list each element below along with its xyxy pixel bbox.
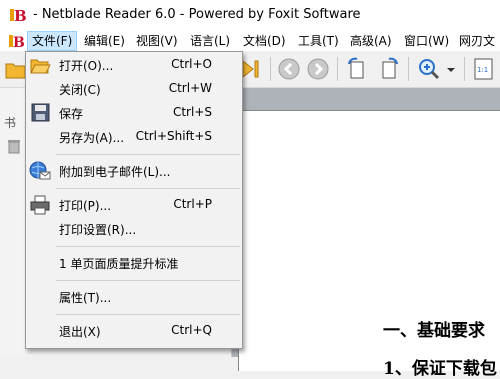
menu-separator <box>56 188 240 189</box>
svg-text:B: B <box>13 35 25 50</box>
zoom-dropdown-button[interactable] <box>444 56 458 82</box>
menu-advanced[interactable]: 高级(A) <box>346 31 396 51</box>
menu-item-properties[interactable]: 属性(T)... <box>26 286 242 308</box>
rotate-right-button[interactable] <box>375 56 401 82</box>
toolbar-separator <box>337 57 338 81</box>
menu-item-label: 另存为(A)... <box>59 131 125 145</box>
menu-item-print[interactable]: 打印(P)... Ctrl+P <box>26 194 242 216</box>
menu-bar: B 文件(F) 编辑(E) 视图(V) 语言(L) 文档(D) 工具(T) 高级… <box>0 31 500 51</box>
menu-item-print-setup[interactable]: 打印设置(R)... <box>26 218 242 240</box>
menu-edit[interactable]: 编辑(E) <box>80 31 129 51</box>
rotate-page-icon <box>382 57 398 79</box>
chevron-down-icon <box>447 68 455 72</box>
document-heading-1: 一、基础要求 <box>383 321 485 341</box>
menu-netblade[interactable]: 网刃文 <box>455 31 499 51</box>
document-view[interactable]: 一、基础要求 1、保证下载包 <box>232 88 500 379</box>
window-title: - Netblade Reader 6.0 - Powered by Foxit… <box>33 7 361 22</box>
menu-item-attach-email[interactable]: 附加到电子邮件(L)... <box>26 160 242 182</box>
menu-item-shortcut: Ctrl+P <box>173 197 212 211</box>
menu-language[interactable]: 语言(L) <box>186 31 234 51</box>
menu-separator <box>56 314 240 315</box>
menu-item-label: 关闭(C) <box>59 83 101 97</box>
toolbar-separator <box>464 57 465 81</box>
menu-item-label: 打印(P)... <box>59 199 112 213</box>
toolbar-separator <box>270 57 271 81</box>
back-arrow-icon <box>278 58 300 80</box>
open-folder-icon <box>30 59 51 74</box>
toolbar-separator <box>408 57 409 81</box>
menu-item-save-as[interactable]: 另存为(A)... Ctrl+Shift+S <box>26 126 242 148</box>
save-disk-icon <box>31 103 50 122</box>
trash-icon[interactable] <box>6 138 22 154</box>
svg-text:B: B <box>14 7 27 24</box>
menu-separator <box>56 154 240 155</box>
menu-item-open[interactable]: 打开(O)... Ctrl+O <box>26 54 242 76</box>
menu-item-shortcut: Ctrl+Q <box>171 323 212 337</box>
menu-item-recent-file[interactable]: 1 单页面质量提升标准 <box>26 252 242 274</box>
document-page: 一、基础要求 1、保证下载包 <box>238 110 500 379</box>
rotate-left-button[interactable] <box>345 56 371 82</box>
menu-item-shortcut: Ctrl+W <box>168 81 212 95</box>
svg-text:1:1: 1:1 <box>477 66 488 74</box>
menu-file[interactable]: 文件(F) <box>27 31 78 51</box>
actual-size-button[interactable]: 1:1 <box>471 56 497 82</box>
title-bar: B - Netblade Reader 6.0 - Powered by Fox… <box>0 0 500 31</box>
menu-item-label: 退出(X) <box>59 325 101 339</box>
menu-item-label: 保存 <box>59 107 84 121</box>
menu-item-label: 打印设置(R)... <box>59 223 137 237</box>
zoom-in-icon <box>419 59 440 80</box>
menu-window[interactable]: 窗口(W) <box>400 31 453 51</box>
printer-icon <box>30 195 50 215</box>
zoom-in-button[interactable] <box>416 56 442 82</box>
menu-separator <box>56 280 240 281</box>
next-view-button[interactable] <box>305 56 331 82</box>
menu-view[interactable]: 视图(V) <box>132 31 182 51</box>
menu-tools[interactable]: 工具(T) <box>294 31 343 51</box>
menu-item-label: 附加到电子邮件(L)... <box>59 165 171 179</box>
menu-item-label: 打开(O)... <box>59 59 114 73</box>
forward-arrow-icon <box>307 58 329 80</box>
app-logo-icon: B <box>9 6 27 24</box>
menu-item-shortcut: Ctrl+O <box>171 57 212 71</box>
actual-size-icon: 1:1 <box>474 58 493 80</box>
file-menu-dropdown: 打开(O)... Ctrl+O 关闭(C) Ctrl+W 保存 Ctrl+S 另… <box>25 51 243 349</box>
menu-item-shortcut: Ctrl+S <box>172 105 212 119</box>
app-menu-icon[interactable]: B <box>8 32 26 50</box>
document-heading-2: 1、保证下载包 <box>383 359 497 379</box>
previous-view-button[interactable] <box>276 56 302 82</box>
menu-item-label: 属性(T)... <box>59 291 112 305</box>
menu-item-save[interactable]: 保存 Ctrl+S <box>26 102 242 124</box>
menu-item-shortcut: Ctrl+Shift+S <box>135 129 212 143</box>
rotate-page-icon <box>348 57 364 79</box>
menu-item-exit[interactable]: 退出(X) Ctrl+Q <box>26 320 242 342</box>
menu-item-label: 1 单页面质量提升标准 <box>59 257 179 271</box>
email-attach-icon <box>29 161 51 180</box>
menu-separator <box>56 246 240 247</box>
menu-document[interactable]: 文档(D) <box>239 31 290 51</box>
menu-item-close[interactable]: 关闭(C) Ctrl+W <box>26 78 242 100</box>
